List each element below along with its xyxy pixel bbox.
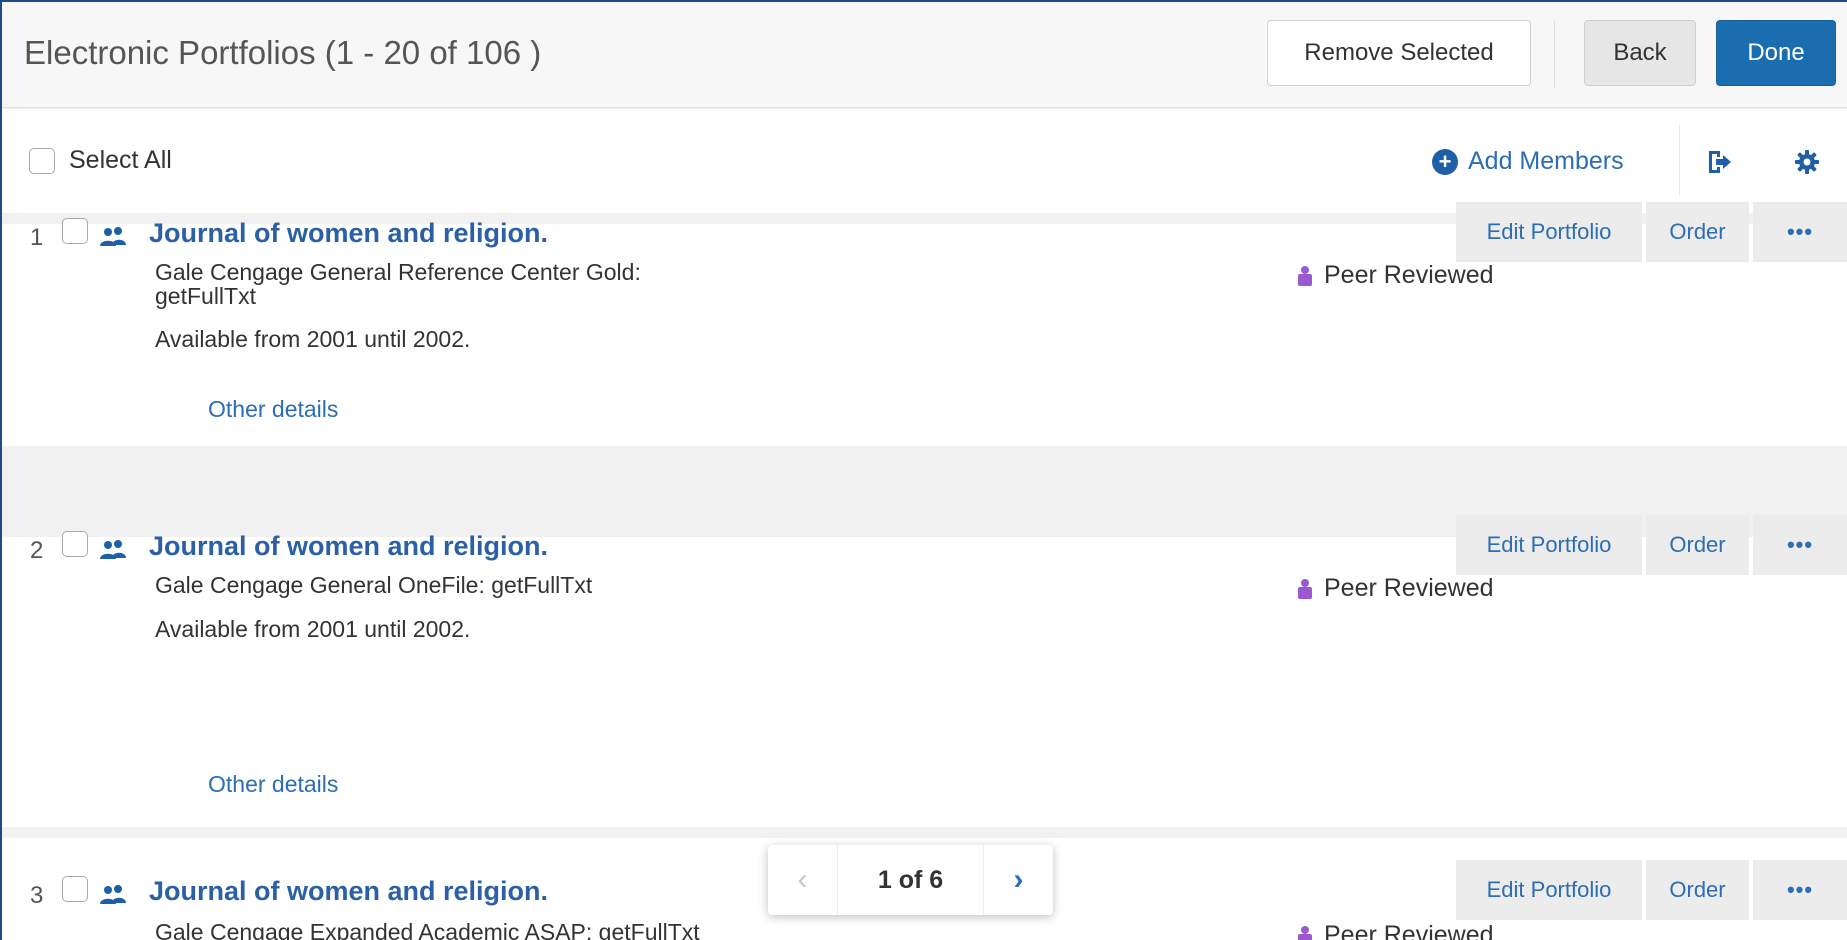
item-service-line-2: getFullTxt xyxy=(155,283,256,309)
more-actions-button[interactable]: ••• xyxy=(1753,202,1847,262)
add-members-label: Add Members xyxy=(1468,147,1624,175)
peer-reviewed-icon xyxy=(1298,578,1312,599)
export-icon[interactable] xyxy=(1705,148,1733,176)
item-service-line: Gale Cengage Expanded Academic ASAP: get… xyxy=(155,919,700,940)
peer-reviewed-label: Peer Reviewed xyxy=(1324,574,1494,602)
page-indicator: 1 of 6 xyxy=(877,865,944,894)
peer-reviewed-badge: Peer Reviewed xyxy=(1296,574,1494,603)
done-button[interactable]: Done xyxy=(1716,20,1836,86)
list-item: 1 Journal of women and religion. Gale Ce… xyxy=(2,202,1847,446)
more-actions-button[interactable]: ••• xyxy=(1753,515,1847,575)
previous-page-button[interactable]: ‹ xyxy=(768,845,838,915)
item-actions: Edit Portfolio Order ••• xyxy=(1456,202,1847,262)
item-number: 3 xyxy=(30,882,44,909)
item-checkbox[interactable] xyxy=(62,218,88,244)
peer-reviewed-label: Peer Reviewed xyxy=(1324,261,1494,289)
edit-portfolio-button[interactable]: Edit Portfolio xyxy=(1456,860,1642,920)
pagination: ‹ 1 of 6 › xyxy=(768,845,1053,915)
users-icon xyxy=(100,227,126,246)
select-all-label: Select All xyxy=(69,146,172,174)
edit-portfolio-button[interactable]: Edit Portfolio xyxy=(1456,202,1642,262)
item-number: 2 xyxy=(30,537,44,564)
list-toolbar: Select All + Add Members xyxy=(2,109,1847,213)
plus-circle-icon: + xyxy=(1432,148,1458,175)
order-button[interactable]: Order xyxy=(1646,860,1749,920)
page-title: Electronic Portfolios (1 - 20 of 106 ) xyxy=(24,34,542,71)
item-number: 1 xyxy=(30,224,44,251)
edit-portfolio-button[interactable]: Edit Portfolio xyxy=(1456,515,1642,575)
item-title-link[interactable]: Journal of women and religion. xyxy=(149,218,548,249)
peer-reviewed-badge: Peer Reviewed xyxy=(1296,921,1494,940)
select-all-checkbox[interactable] xyxy=(29,147,55,174)
item-service-line: Gale Cengage General OneFile: getFullTxt xyxy=(155,572,593,598)
select-all[interactable]: Select All xyxy=(29,146,172,175)
item-checkbox[interactable] xyxy=(62,531,88,557)
remove-selected-button[interactable]: Remove Selected xyxy=(1267,20,1531,86)
item-actions: Edit Portfolio Order ••• xyxy=(1456,860,1847,920)
page-header: Electronic Portfolios (1 - 20 of 106 ) R… xyxy=(2,2,1847,108)
header-divider xyxy=(1554,20,1555,88)
item-title-link[interactable]: Journal of women and religion. xyxy=(149,531,548,562)
more-actions-button[interactable]: ••• xyxy=(1753,860,1847,920)
order-button[interactable]: Order xyxy=(1646,515,1749,575)
item-actions: Edit Portfolio Order ••• xyxy=(1456,515,1847,575)
item-title-link[interactable]: Journal of women and religion. xyxy=(149,876,548,907)
back-button[interactable]: Back xyxy=(1584,20,1696,86)
app-frame: Electronic Portfolios (1 - 20 of 106 ) R… xyxy=(0,0,1847,940)
other-details-link[interactable]: Other details xyxy=(208,396,338,423)
peer-reviewed-icon xyxy=(1298,265,1312,286)
peer-reviewed-label: Peer Reviewed xyxy=(1324,921,1494,940)
next-page-button[interactable]: › xyxy=(983,845,1053,915)
users-icon xyxy=(100,885,126,904)
gear-icon[interactable] xyxy=(1794,149,1820,175)
peer-reviewed-badge: Peer Reviewed xyxy=(1296,261,1494,290)
users-icon xyxy=(100,540,126,559)
item-availability: Available from 2001 until 2002. xyxy=(155,616,471,642)
order-button[interactable]: Order xyxy=(1646,202,1749,262)
peer-reviewed-icon xyxy=(1298,925,1312,940)
list-item: 2 Journal of women and religion. Gale Ce… xyxy=(2,515,1847,827)
toolbar-divider xyxy=(1679,125,1680,195)
item-service-line: Gale Cengage General Reference Center Go… xyxy=(155,259,641,285)
item-availability: Available from 2001 until 2002. xyxy=(155,326,471,352)
item-checkbox[interactable] xyxy=(62,876,88,902)
other-details-link[interactable]: Other details xyxy=(208,771,338,798)
add-members-button[interactable]: + Add Members xyxy=(1432,147,1624,176)
